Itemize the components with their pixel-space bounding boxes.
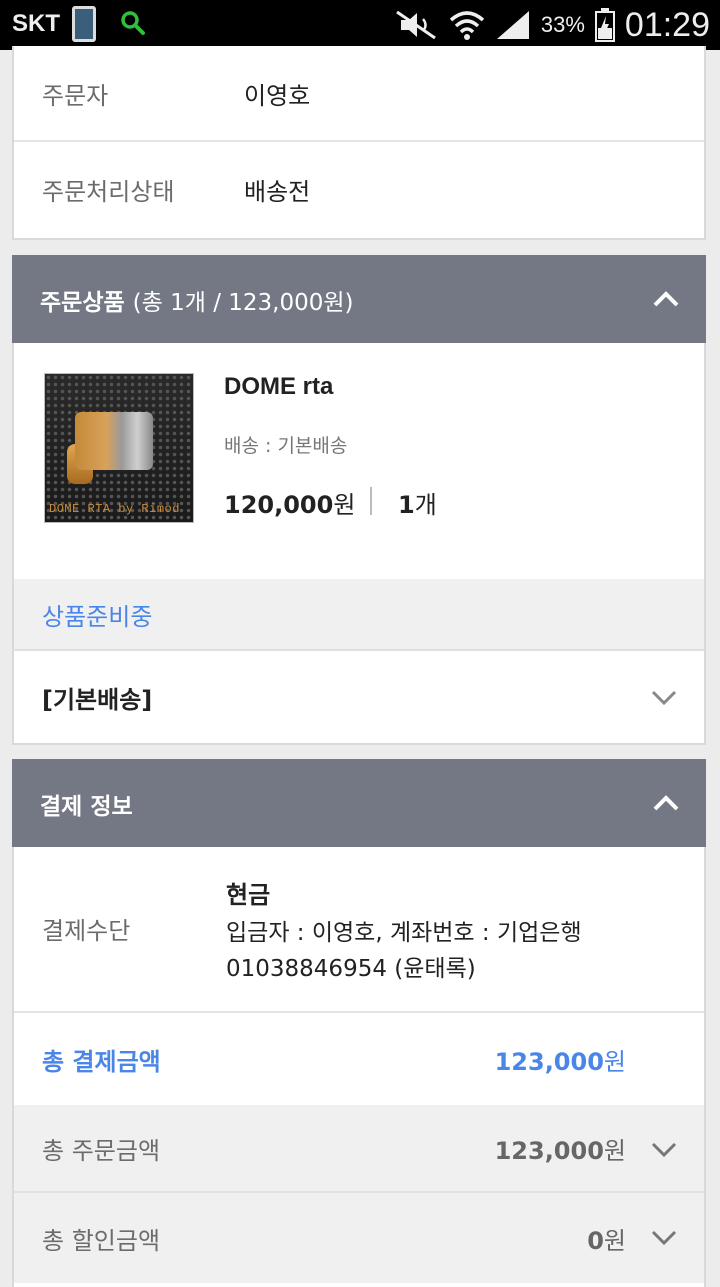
product-name[interactable]: DOME rta: [224, 373, 333, 401]
product-shipping: 배송 : 기본배송: [224, 435, 348, 457]
product-atomizer: [75, 412, 153, 470]
total-order-unit: 원: [603, 1136, 626, 1165]
total-payment-unit: 원: [603, 1047, 626, 1076]
total-order-row[interactable]: 총 주문금액 123,000원: [14, 1105, 704, 1193]
product-item[interactable]: DOME RTA by Rimod DOME rta 배송 : 기본배송 120…: [14, 343, 704, 579]
chevron-down-icon[interactable]: [650, 1135, 678, 1163]
product-price-unit: 원: [333, 491, 356, 519]
order-items-title: 주문상품 (총 1개 / 123,000원): [40, 283, 354, 317]
preparing-status-row: 상품준비중: [14, 579, 704, 651]
product-quantity: 1개: [398, 485, 437, 520]
total-order-label: 총 주문금액: [42, 1136, 161, 1165]
search-icon: [121, 11, 145, 35]
order-status-row: 주문처리상태 배송전: [14, 142, 704, 236]
chevron-up-icon[interactable]: [652, 789, 680, 817]
payment-method-value: 현금: [226, 881, 271, 909]
order-items-summary: (총 1개 / 123,000원): [132, 290, 354, 316]
order-items-card: DOME RTA by Rimod DOME rta 배송 : 기본배송 120…: [12, 343, 706, 745]
payment-method-row: 결제수단 현금 입금자 : 이영호, 계좌번호 : 기업은행 010388469…: [14, 847, 704, 1013]
phone-icon: [72, 6, 96, 42]
shipping-group-label: [기본배송]: [42, 685, 153, 714]
chevron-up-icon[interactable]: [652, 285, 680, 313]
clock: 01:29: [624, 5, 710, 44]
total-discount-value: 0: [587, 1226, 604, 1255]
total-order-value: 123,000: [494, 1136, 604, 1165]
order-info-card: 주문자 이영호 주문처리상태 배송전: [12, 46, 706, 240]
product-qty-unit: 개: [414, 491, 437, 519]
battery-percent: 33%: [540, 12, 585, 37]
chevron-down-icon[interactable]: [650, 1223, 678, 1251]
total-payment-value: 123,000: [494, 1047, 604, 1076]
product-price: 120,000원: [224, 485, 355, 520]
chevron-down-icon[interactable]: [650, 683, 678, 711]
carrier-label: SKT: [12, 10, 60, 37]
total-payment-amount: 123,000원: [495, 1042, 626, 1077]
total-discount-amount: 0원: [587, 1221, 626, 1256]
order-items-title-text: 주문상품: [40, 290, 125, 316]
payment-card: 결제수단 현금 입금자 : 이영호, 계좌번호 : 기업은행 010388469…: [12, 847, 706, 1287]
product-image-caption: DOME RTA by Rimod: [49, 502, 180, 516]
battery-icon: [594, 8, 615, 42]
product-image[interactable]: DOME RTA by Rimod: [44, 373, 194, 523]
order-status-label: 주문처리상태: [42, 177, 175, 206]
payment-method-detail-2: 01038846954 (윤태록): [226, 956, 476, 982]
signal-icon: [496, 11, 529, 39]
order-status-value: 배송전: [244, 177, 311, 206]
total-order-amount: 123,000원: [495, 1131, 626, 1166]
mute-icon: [396, 10, 436, 40]
status-bar: SKT 33% 01:29: [0, 0, 720, 50]
payment-method-detail-1: 입금자 : 이영호, 계좌번호 : 기업은행: [226, 920, 582, 946]
price-qty-divider: [370, 487, 372, 515]
page-content: 주문자 이영호 주문처리상태 배송전 주문상품 (총 1개 / 123,000원…: [0, 46, 720, 1287]
payment-method-label: 결제수단: [42, 917, 131, 945]
orderer-row: 주문자 이영호: [14, 46, 704, 142]
payment-header[interactable]: 결제 정보: [12, 759, 706, 847]
orderer-value: 이영호: [244, 81, 311, 110]
total-discount-unit: 원: [603, 1226, 626, 1255]
shipping-group-row[interactable]: [기본배송]: [14, 653, 704, 741]
product-qty-value: 1: [398, 491, 415, 519]
total-discount-label: 총 할인금액: [42, 1226, 161, 1255]
total-payment-row: 총 결제금액 123,000원: [14, 1013, 704, 1105]
product-price-value: 120,000: [224, 491, 334, 519]
order-items-header[interactable]: 주문상품 (총 1개 / 123,000원): [12, 255, 706, 343]
preparing-status: 상품준비중: [42, 602, 153, 631]
payment-title: 결제 정보: [40, 794, 133, 820]
wifi-icon: [449, 11, 485, 40]
total-discount-row[interactable]: 총 할인금액 0원: [14, 1193, 704, 1283]
orderer-label: 주문자: [42, 81, 109, 110]
total-payment-label: 총 결제금액: [42, 1047, 161, 1076]
